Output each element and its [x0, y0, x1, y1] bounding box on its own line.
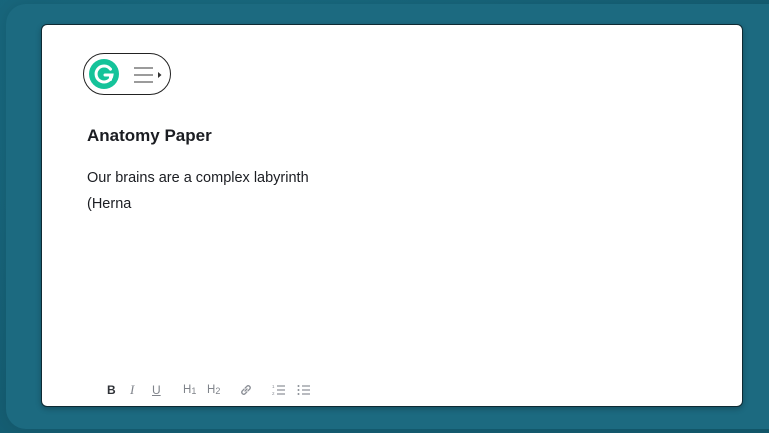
editor-card: Anatomy Paper Our brains are a complex l…	[41, 24, 743, 407]
heading-1-level: 1	[191, 386, 197, 396]
heading-2-level: 2	[215, 386, 221, 396]
document-body-line[interactable]: (Herna	[87, 196, 131, 212]
underline-button[interactable]: U	[152, 380, 161, 400]
document-title[interactable]: Anatomy Paper	[87, 126, 212, 146]
link-icon[interactable]	[239, 383, 253, 397]
italic-button[interactable]: I	[130, 380, 134, 400]
grammarly-g-icon	[89, 59, 119, 89]
svg-text:1: 1	[272, 384, 275, 389]
bullet-list-icon[interactable]	[297, 383, 311, 397]
heading-2-button[interactable]: H2	[207, 380, 220, 400]
grammarly-toggle[interactable]	[83, 53, 171, 95]
svg-text:2: 2	[272, 391, 275, 396]
ordered-list-icon[interactable]: 1 2	[272, 383, 286, 397]
menu-expand-icon[interactable]	[133, 65, 165, 85]
heading-1-button[interactable]: H1	[183, 380, 196, 400]
document-body-line[interactable]: Our brains are a complex labyrinth	[87, 170, 309, 186]
formatting-toolbar: B I U H1 H2 1 2	[104, 380, 324, 400]
bold-button[interactable]: B	[107, 380, 116, 400]
